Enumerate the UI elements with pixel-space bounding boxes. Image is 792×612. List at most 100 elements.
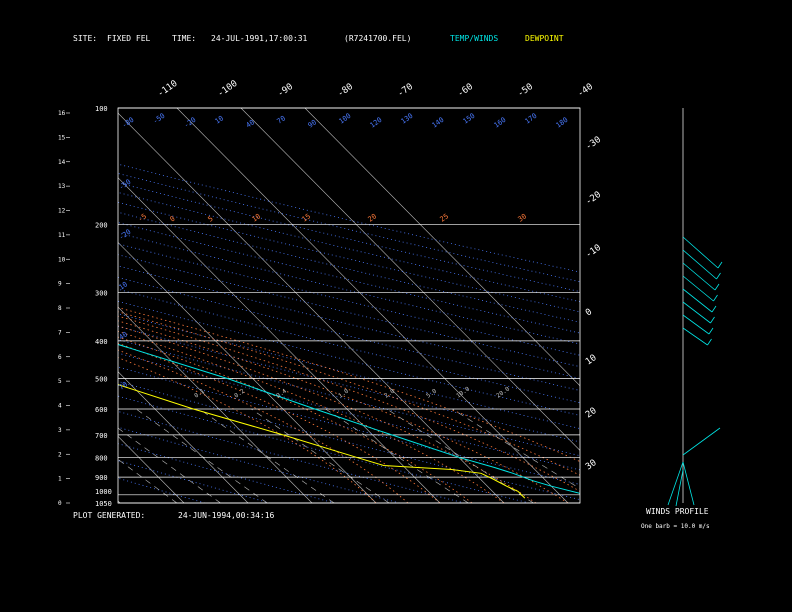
moist-adiabat-line	[118, 349, 409, 503]
moist-adiabat-label: 20	[367, 212, 379, 223]
dry-adiabat-label: 160	[493, 116, 508, 130]
pressure-label: 500	[95, 375, 108, 383]
isotherm-line	[0, 108, 56, 503]
dry-adiabat-label: 150	[462, 112, 477, 126]
height-label: 6	[58, 354, 62, 361]
dewpoint-profile-line	[118, 384, 526, 499]
dry-adiabat-label: 180	[555, 116, 570, 130]
pressure-label: 700	[95, 432, 108, 440]
pressure-label: 300	[95, 290, 108, 298]
height-label: 8	[58, 305, 62, 312]
moist-adiabat-line	[118, 325, 537, 503]
isotherm-line	[304, 108, 580, 387]
dry-adiabat-line	[118, 192, 580, 303]
dry-adiabat-line	[118, 288, 580, 404]
dry-adiabat-line	[118, 300, 580, 416]
moist-adiabat-label: 25	[439, 212, 451, 223]
wind-barb	[682, 461, 695, 506]
temp-axis-label-right: 0	[584, 307, 594, 318]
temp-axis-label-right: -30	[584, 135, 603, 153]
wind-barb-flag	[711, 305, 717, 313]
moist-adiabat-line	[118, 342, 441, 503]
wind-barb-flag	[714, 283, 720, 291]
moist-adiabat-line	[118, 336, 473, 503]
dry-adiabat-label: -50	[152, 112, 167, 126]
temp-axis-label-right: 20	[584, 406, 599, 420]
dry-adiabat-line	[118, 313, 580, 429]
isobar-lines	[118, 107, 580, 504]
axis-labels: 1050100090080070060050040030020010001234…	[58, 79, 603, 508]
winds-profile-title: WINDS PROFILE	[646, 507, 709, 516]
time-value: 24-JUL-1991,17:00:31	[211, 34, 308, 43]
dry-adiabat-line	[118, 443, 335, 503]
dry-adiabat-line	[118, 276, 580, 391]
temp-axis-label-right: -20	[584, 190, 603, 208]
sounding-profiles	[118, 343, 580, 499]
height-label: 5	[58, 378, 62, 385]
dry-adiabat-line	[118, 380, 580, 501]
temp-axis-label-top: -110	[156, 79, 180, 100]
dry-adiabat-line	[118, 173, 580, 283]
mixing-ratio-line	[325, 408, 469, 503]
height-label: 7	[58, 329, 62, 336]
plot-generated-value: 24-JUN-1994,00:34:16	[178, 511, 275, 520]
height-label: 11	[58, 232, 66, 239]
temp-axis-label-top: -80	[336, 82, 355, 100]
legend-temp-winds: TEMP/WINDS	[450, 34, 498, 43]
dry-adiabat-line	[118, 352, 580, 471]
dry-adiabat-label: 140	[431, 116, 446, 130]
site-value: FIXED FEL	[107, 34, 151, 43]
height-label: 14	[58, 159, 66, 166]
isotherm-line	[118, 371, 249, 503]
winds-profile-note: One barb = 10.0 m/s	[641, 523, 710, 530]
mixing-ratio-line	[452, 408, 580, 489]
wind-barb	[682, 275, 714, 302]
plot-generated-label: PLOT GENERATED:	[73, 511, 145, 520]
mixing-ratio-label: 0.1	[193, 387, 206, 399]
pressure-label: 1000	[95, 488, 112, 496]
dry-adiabat-line	[118, 395, 530, 503]
time-label: TIME:	[172, 34, 196, 43]
dry-adiabat-line	[118, 211, 580, 323]
dry-adiabat-label: 70	[118, 380, 130, 391]
dry-adiabat-label: 120	[369, 116, 384, 130]
moist-adiabat-line	[118, 315, 580, 492]
temp-axis-label-right: 10	[584, 353, 599, 367]
thermo-background-lines	[0, 108, 580, 503]
temp-axis-label-top: -40	[576, 82, 595, 100]
moist-adiabat-label: 10	[251, 212, 263, 223]
dry-adiabat-label: 10	[214, 114, 226, 125]
height-label: 1	[58, 476, 62, 483]
dry-adiabat-line	[118, 163, 580, 273]
dry-adiabat-line	[118, 254, 580, 368]
wind-barb	[682, 262, 716, 291]
mixing-ratio-label: 2.0	[383, 387, 396, 399]
pressure-label: 1050	[95, 500, 112, 508]
height-label: 16	[58, 110, 66, 117]
moist-adiabat-line	[118, 330, 505, 503]
temp-axis-label-right: 30	[584, 458, 599, 472]
temp-axis-label-top: -50	[516, 82, 535, 100]
moist-adiabat-label: 0	[169, 215, 177, 224]
dry-adiabat-label: 170	[524, 112, 539, 126]
wind-barb-flag	[713, 294, 718, 302]
isotherm-line	[118, 177, 441, 503]
wind-barb-flag	[710, 316, 715, 324]
wind-barb-flag	[708, 327, 714, 335]
dry-adiabat-line	[118, 477, 206, 503]
dry-adiabat-line	[118, 201, 580, 313]
winds-profile-panel	[667, 108, 723, 507]
wind-barb-flag	[707, 338, 712, 346]
moist-adiabat-line	[118, 320, 569, 503]
temp-axis-label-top: -60	[456, 82, 475, 100]
dry-adiabat-label: -20	[118, 228, 133, 242]
file-name: (R7241700.FEL)	[344, 34, 411, 43]
height-label: 10	[58, 256, 66, 263]
height-label: 15	[58, 134, 66, 141]
dry-adiabat-line	[118, 232, 580, 345]
wind-barb-flag	[717, 261, 723, 269]
mixing-ratio-line	[118, 458, 178, 503]
dry-adiabat-line	[118, 243, 580, 356]
dry-adiabat-line	[118, 326, 580, 443]
mixing-ratio-label: 5.0	[425, 387, 438, 399]
